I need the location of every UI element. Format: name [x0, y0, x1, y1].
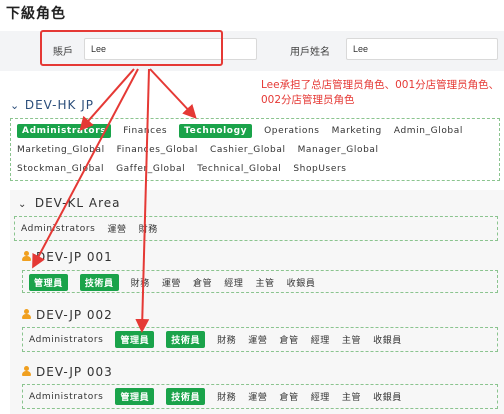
role-tag[interactable]: 財務 [131, 276, 150, 289]
annotation-text: Lee承担了总店管理员角色、001分店管理员角色、002分店管理员角色 [261, 79, 500, 106]
account-highlight-box [40, 30, 223, 66]
role-tag[interactable]: Admin_Global [394, 126, 463, 136]
role-tag[interactable]: Stockman_Global [17, 164, 104, 174]
role-tag[interactable]: 運營 [107, 222, 126, 235]
role-tag-selected[interactable]: 管理員 [115, 331, 155, 348]
role-tag[interactable]: 經理 [311, 333, 330, 346]
role-tag[interactable]: Administrators [29, 335, 103, 345]
role-tag[interactable]: Finances [123, 126, 167, 136]
role-tag[interactable]: 主管 [255, 276, 274, 289]
username-input[interactable]: Lee [346, 38, 498, 60]
branch-roles-line: Administrators 管理員 技術員 財務 運營 倉管 經理 主管 收銀員 [29, 387, 491, 406]
branch-name: DEV-JP 002 [36, 308, 113, 322]
role-tag-selected[interactable]: 技術員 [79, 274, 119, 291]
person-icon [22, 309, 31, 320]
branch-name: DEV-JP 001 [36, 250, 113, 264]
role-tag[interactable]: 經理 [311, 390, 330, 403]
branch-roles-box-001: 管理員 技術員 財務 運營 倉管 經理 主管 收銀員 [22, 270, 498, 293]
arrow-to-technology [149, 68, 197, 119]
role-tag[interactable]: 倉管 [279, 390, 298, 403]
role-tag[interactable]: 倉管 [279, 333, 298, 346]
person-icon [22, 366, 31, 377]
root-node-header[interactable]: ⌄ DEV-HK JP [10, 98, 94, 112]
role-tag[interactable]: 主管 [342, 390, 361, 403]
role-tag[interactable]: Cashier_Global [210, 145, 286, 155]
branch-name: DEV-JP 003 [36, 365, 113, 379]
role-tag[interactable]: 經理 [224, 276, 243, 289]
role-tag[interactable]: Manager_Global [298, 145, 379, 155]
person-icon [22, 251, 31, 262]
role-tag[interactable]: 財務 [217, 390, 236, 403]
role-tag-selected[interactable]: 技術員 [166, 331, 206, 348]
role-tag[interactable]: 收銀員 [287, 276, 316, 289]
role-tag-selected[interactable]: Technology [179, 123, 253, 138]
root-roles-line-3: Stockman_Global Gaffer_Global Technical_Gl… [17, 159, 493, 178]
area-roles-line: Administrators 運營 財務 [21, 219, 491, 238]
branch-roles-line: 管理員 技術員 財務 運營 倉管 經理 主管 收銀員 [29, 273, 491, 292]
role-tag[interactable]: Operations [264, 126, 319, 136]
username-label: 用戶姓名 [290, 47, 330, 58]
role-tag[interactable]: Gaffer_Global [116, 164, 185, 174]
root-roles-line-1: Administrators Finances Technology Operatio… [17, 121, 493, 140]
role-tag-selected[interactable]: Administrators [17, 123, 112, 138]
role-tag[interactable]: 財務 [139, 222, 158, 235]
area-node-header[interactable]: ⌄ DEV-KL Area [18, 196, 120, 210]
branch-roles-line: Administrators 管理員 技術員 財務 運營 倉管 經理 主管 收銀員 [29, 330, 491, 349]
area-node-name: DEV-KL Area [34, 196, 121, 210]
root-roles-box: Administrators Finances Technology Operatio… [10, 118, 500, 181]
branch-header-003[interactable]: DEV-JP 003 [22, 365, 113, 379]
page-title: 下級角色 [6, 6, 66, 22]
role-tag[interactable]: 運營 [248, 333, 267, 346]
role-tag[interactable]: Administrators [29, 392, 103, 402]
root-roles-line-2: Marketing_Global Finances_Global Cashier_G… [17, 140, 493, 159]
chevron-down-icon[interactable]: ⌄ [10, 99, 20, 112]
area-roles-box: Administrators 運營 財務 [14, 216, 498, 241]
role-tag[interactable]: Technical_Global [197, 164, 281, 174]
role-tag[interactable]: 收銀員 [373, 333, 402, 346]
role-tag[interactable]: Marketing [332, 126, 382, 136]
role-tag[interactable]: Marketing_Global [17, 145, 105, 155]
role-tag[interactable]: 財務 [217, 333, 236, 346]
branch-roles-box-003: Administrators 管理員 技術員 財務 運營 倉管 經理 主管 收銀員 [22, 384, 498, 409]
branch-roles-box-002: Administrators 管理員 技術員 財務 運營 倉管 經理 主管 收銀員 [22, 327, 498, 352]
role-tag-selected[interactable]: 管理員 [115, 388, 155, 405]
role-tag-selected[interactable]: 管理員 [29, 274, 68, 291]
chevron-down-icon[interactable]: ⌄ [18, 199, 30, 210]
role-tag[interactable]: 運營 [248, 390, 267, 403]
branch-header-001[interactable]: DEV-JP 001 [22, 250, 113, 264]
role-tag[interactable]: ShopUsers [293, 164, 346, 174]
branch-header-002[interactable]: DEV-JP 002 [22, 308, 113, 322]
role-tag[interactable]: Finances_Global [117, 145, 198, 155]
root-node-name: DEV-HK JP [24, 98, 94, 112]
role-tag[interactable]: 收銀員 [373, 390, 402, 403]
role-tag[interactable]: 主管 [342, 333, 361, 346]
role-tag[interactable]: Administrators [21, 224, 95, 234]
role-tag[interactable]: 倉管 [193, 276, 212, 289]
role-tag-selected[interactable]: 技術員 [166, 388, 206, 405]
role-tag[interactable]: 運營 [162, 276, 181, 289]
